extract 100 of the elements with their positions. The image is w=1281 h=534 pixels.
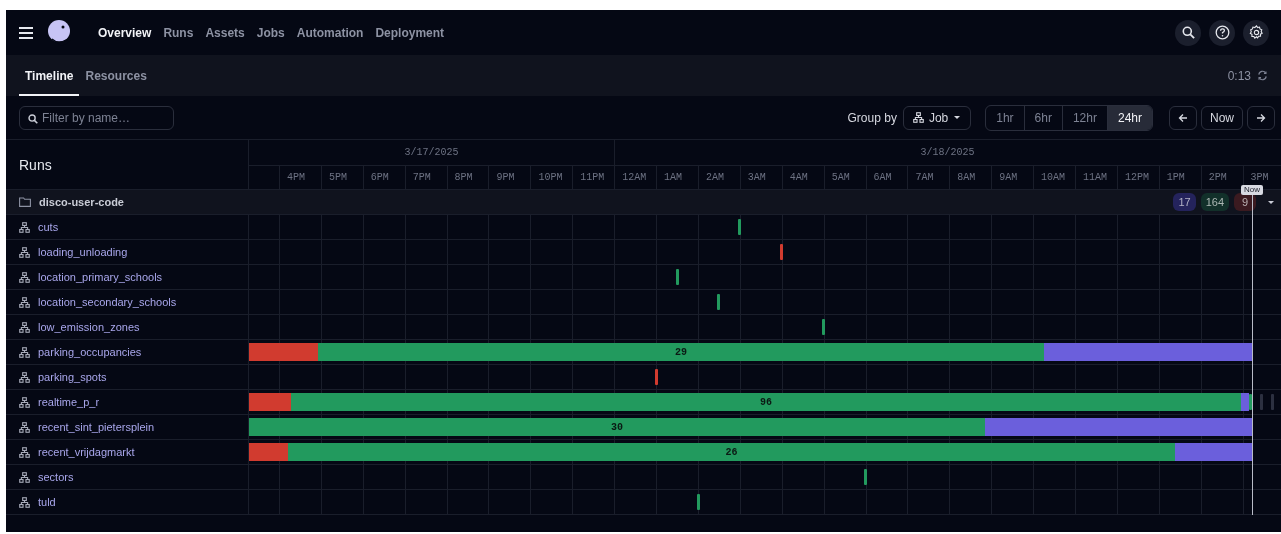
hour-label: 12PM — [1124, 172, 1149, 183]
job-name[interactable]: location_primary_schools — [38, 271, 163, 283]
run-marker[interactable] — [654, 369, 658, 385]
run-marker[interactable] — [1249, 394, 1252, 410]
hour-label: 3AM — [747, 172, 766, 183]
hour-label: 1AM — [664, 172, 683, 183]
range-button[interactable]: 6hr — [1023, 105, 1062, 130]
hour-label: 8PM — [454, 172, 473, 183]
hour-label: 10PM — [538, 172, 563, 183]
tab[interactable]: Resources — [79, 57, 153, 96]
help-button[interactable] — [1209, 19, 1235, 46]
refresh-countdown: 0:13 — [1227, 68, 1251, 83]
range-button[interactable]: 12hr — [1061, 105, 1107, 130]
job-name[interactable]: low_emission_zones — [38, 321, 140, 333]
nav-link[interactable]: Automation — [290, 25, 370, 40]
hour-label: 3PM — [1250, 172, 1269, 183]
job-name[interactable]: parking_spots — [38, 371, 107, 383]
job-name[interactable]: recent_sint_pietersplein — [38, 421, 155, 433]
run-count: 26 — [725, 446, 738, 458]
date-label: 3/18/2025 — [920, 147, 975, 158]
job-icon — [19, 496, 30, 508]
run-marker[interactable] — [696, 494, 700, 510]
settings-button[interactable] — [1243, 19, 1269, 46]
arrow-right-icon — [1256, 112, 1266, 123]
group-by-select[interactable]: Job — [902, 105, 972, 130]
tab[interactable]: Timeline — [19, 57, 80, 96]
refresh-icon[interactable] — [1257, 70, 1268, 81]
folder-icon — [19, 197, 31, 207]
run-bar[interactable]: 29 — [318, 343, 1044, 361]
run-marker[interactable] — [863, 469, 867, 485]
run-bar[interactable]: 96 — [291, 393, 1241, 411]
search-button[interactable] — [1175, 19, 1201, 46]
search-icon — [1181, 26, 1195, 39]
hour-label: 1PM — [1166, 172, 1185, 183]
search-icon — [28, 113, 38, 124]
date-label: 3/17/2025 — [404, 147, 459, 158]
caret-icon[interactable] — [1267, 199, 1275, 205]
settings-icon — [1248, 25, 1264, 40]
range-button[interactable]: 24hr — [1106, 105, 1152, 130]
previous-button[interactable] — [1169, 105, 1197, 130]
hour-label: 2PM — [1208, 172, 1227, 183]
job-name[interactable]: tuld — [38, 496, 56, 508]
run-marker[interactable] — [779, 244, 783, 260]
caret-icon — [953, 115, 962, 120]
hour-label: 4PM — [287, 172, 306, 183]
menu-icon[interactable] — [18, 25, 34, 40]
job-name[interactable]: sectors — [38, 471, 74, 483]
job-name[interactable]: loading_unloading — [38, 246, 128, 258]
job-icon — [19, 221, 30, 233]
job-icon — [19, 296, 30, 308]
run-marker[interactable] — [1259, 394, 1263, 410]
run-marker[interactable] — [716, 294, 720, 310]
nav-link[interactable]: Overview — [92, 25, 158, 40]
job-icon — [19, 396, 30, 408]
job-icon — [19, 271, 30, 283]
run-bar[interactable]: 30 — [249, 418, 985, 436]
hour-label: 6PM — [370, 172, 389, 183]
hour-label: 4AM — [789, 172, 808, 183]
now-tag: Now — [1241, 185, 1263, 195]
run-marker[interactable] — [821, 319, 825, 335]
filter-field[interactable]: Filter by name… — [19, 105, 174, 130]
now-button[interactable]: Now — [1201, 105, 1243, 130]
run-count-badge[interactable]: 17 — [1173, 193, 1196, 211]
nav-link[interactable]: Deployment — [369, 25, 451, 40]
job-icon — [19, 421, 30, 433]
run-marker[interactable] — [737, 219, 741, 235]
run-count: 30 — [611, 421, 623, 433]
hour-label: 5AM — [831, 172, 850, 183]
hour-label: 12AM — [622, 172, 647, 183]
range-button[interactable]: 1hr — [986, 105, 1024, 130]
job-icon — [912, 112, 924, 123]
nav-link[interactable]: Jobs — [250, 25, 291, 40]
group-by-label: Group by — [847, 110, 897, 125]
job-name[interactable]: recent_vrijdagmarkt — [38, 446, 135, 458]
hour-label: 9AM — [999, 172, 1018, 183]
hour-label: 9PM — [496, 172, 515, 183]
run-bar[interactable]: 26 — [288, 443, 1175, 461]
hour-label: 6AM — [873, 172, 892, 183]
job-name[interactable]: cuts — [38, 221, 59, 233]
job-icon — [19, 321, 30, 333]
job-name[interactable]: location_secondary_schools — [38, 296, 177, 308]
group-name: disco-user-code — [39, 196, 124, 208]
nav-link[interactable]: Assets — [199, 25, 251, 40]
job-name[interactable]: realtime_p_r — [38, 396, 100, 408]
job-name[interactable]: parking_occupancies — [38, 346, 142, 358]
job-icon — [19, 446, 30, 458]
job-icon — [19, 371, 30, 383]
hour-label: 7AM — [915, 172, 934, 183]
hour-label: 10AM — [1041, 172, 1066, 183]
arrow-left-icon — [1178, 112, 1188, 123]
run-count-badge[interactable]: 164 — [1200, 193, 1229, 211]
next-button[interactable] — [1247, 105, 1275, 130]
hour-label: 7PM — [412, 172, 431, 183]
nav-link[interactable]: Runs — [157, 25, 200, 40]
run-count: 29 — [675, 346, 687, 358]
run-marker[interactable] — [675, 269, 679, 285]
hour-label: 5PM — [328, 172, 347, 183]
job-icon — [19, 246, 30, 258]
hour-label: 11PM — [580, 172, 605, 183]
run-marker[interactable] — [1270, 394, 1274, 410]
